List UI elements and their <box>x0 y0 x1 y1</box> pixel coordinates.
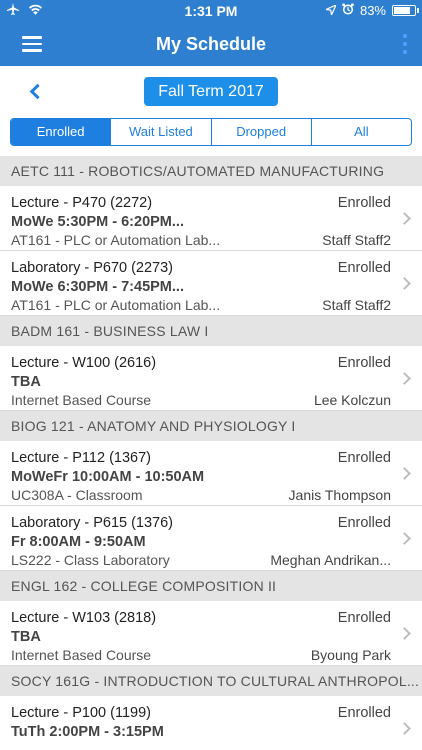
back-chevron-icon[interactable] <box>28 84 44 100</box>
nav-bar: My Schedule <box>0 22 422 66</box>
chevron-right-icon <box>400 532 410 544</box>
enrollment-status: Enrolled <box>337 610 391 626</box>
status-right: 83% <box>323 3 419 18</box>
class-section-row[interactable]: Lecture - W103 (2818) Enrolled TBA Inter… <box>0 601 422 666</box>
meeting-time: Fr 8:00AM - 9:50AM <box>11 534 146 550</box>
location: UC308A - Classroom <box>11 487 143 503</box>
tab-wait-listed[interactable]: Wait Listed <box>110 119 210 145</box>
term-selector-row: Fall Term 2017 <box>0 66 422 118</box>
instructor: Staff Staff2 <box>322 232 391 248</box>
page-title: My Schedule <box>155 34 267 54</box>
section-title: Lecture - P470 (2272) <box>11 195 153 211</box>
term-select-button[interactable]: Fall Term 2017 <box>144 77 278 106</box>
section-title: Lecture - W103 (2818) <box>11 610 157 626</box>
class-section-row[interactable]: Laboratory - P670 (2273) Enrolled MoWe 6… <box>0 251 422 316</box>
course-list: AETC 111 - ROBOTICS/AUTOMATED MANUFACTUR… <box>0 156 422 750</box>
location: AT161 - PLC or Automation Lab... <box>11 297 221 313</box>
location-arrow-icon <box>323 3 338 18</box>
location: AT161 - PLC or Automation Lab... <box>11 232 221 248</box>
course-header: AETC 111 - ROBOTICS/AUTOMATED MANUFACTUR… <box>0 156 422 186</box>
section-title: Lecture - P100 (1199) <box>11 705 151 721</box>
instructor: Byoung Park <box>310 647 391 663</box>
tab-dropped[interactable]: Dropped <box>210 119 311 145</box>
enrollment-filter-tabs: Enrolled Wait Listed Dropped All <box>10 118 412 146</box>
class-section-row[interactable]: Laboratory - P615 (1376) Enrolled Fr 8:0… <box>0 506 422 571</box>
chevron-right-icon <box>400 277 410 289</box>
meeting-time: TBA <box>11 629 41 645</box>
chevron-right-icon <box>400 372 410 384</box>
instructor: Janis Thompson <box>288 487 391 503</box>
class-section-row[interactable]: Lecture - P470 (2272) Enrolled MoWe 5:30… <box>0 186 422 251</box>
instructor: Meghan Andrikan... <box>270 552 391 568</box>
instructor: Lee Kolczun <box>313 392 391 408</box>
course-header: SOCY 161G - INTRODUCTION TO CULTURAL ANT… <box>0 666 422 696</box>
chevron-right-icon <box>400 722 410 734</box>
section-title: Lecture - P112 (1367) <box>11 450 151 466</box>
class-section-row[interactable]: Lecture - P112 (1367) Enrolled MoWeFr 10… <box>0 441 422 506</box>
class-section-row[interactable]: Lecture - W100 (2616) Enrolled TBA Inter… <box>0 346 422 411</box>
meeting-time: TuTh 2:00PM - 3:15PM <box>11 724 164 740</box>
meeting-time: MoWeFr 10:00AM - 10:50AM <box>11 469 205 485</box>
enrollment-status: Enrolled <box>337 195 391 211</box>
meeting-time: MoWe 5:30PM - 6:20PM... <box>11 214 184 230</box>
enrollment-status: Enrolled <box>337 355 391 371</box>
course-header: BADM 161 - BUSINESS LAW I <box>0 316 422 346</box>
enrollment-status: Enrolled <box>337 450 391 466</box>
location: LS222 - Class Laboratory <box>11 552 170 568</box>
location: Internet Based Course <box>11 647 152 663</box>
meeting-time: TBA <box>11 374 41 390</box>
chevron-right-icon <box>400 212 410 224</box>
location: Internet Based Course <box>11 392 152 408</box>
section-title: Lecture - W100 (2616) <box>11 355 157 371</box>
class-section-row[interactable]: Lecture - P100 (1199) Enrolled TuTh 2:00… <box>0 696 422 750</box>
battery-icon <box>392 5 419 16</box>
course-header: BIOG 121 - ANATOMY AND PHYSIOLOGY I <box>0 411 422 441</box>
course-header: ENGL 162 - COLLEGE COMPOSITION II <box>0 571 422 601</box>
more-options-icon[interactable] <box>402 34 408 54</box>
section-title: Laboratory - P670 (2273) <box>11 260 174 276</box>
tab-enrolled[interactable]: Enrolled <box>11 119 111 145</box>
enrollment-status: Enrolled <box>337 705 391 721</box>
enrollment-status: Enrolled <box>337 260 391 276</box>
enrollment-status: Enrolled <box>337 515 391 531</box>
meeting-time: MoWe 6:30PM - 7:45PM... <box>11 279 184 295</box>
section-title: Laboratory - P615 (1376) <box>11 515 174 531</box>
chevron-right-icon <box>400 627 410 639</box>
chevron-right-icon <box>400 467 410 479</box>
alarm-clock-icon <box>342 3 354 18</box>
battery-percent: 83% <box>359 3 386 18</box>
tab-all[interactable]: All <box>310 119 411 145</box>
instructor: Staff Staff2 <box>322 297 391 313</box>
status-bar: 1:31 PM 83% <box>0 0 422 22</box>
